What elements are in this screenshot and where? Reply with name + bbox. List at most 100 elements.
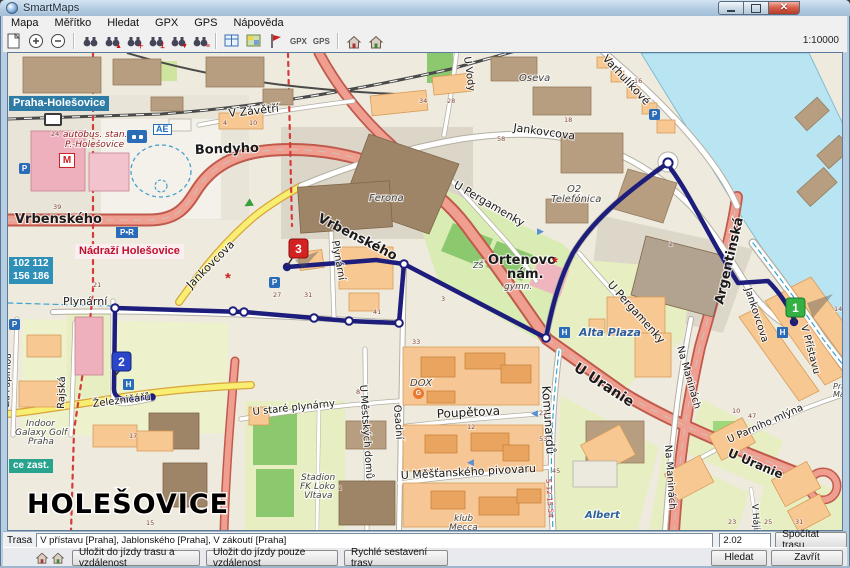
place-label: P.-Holešovice: [65, 139, 125, 150]
toolbar-separator: [215, 33, 217, 49]
house-number: 2: [338, 484, 342, 492]
menu-meritko[interactable]: Měřítko: [47, 16, 100, 30]
quick-route-button[interactable]: Rychlé sestavení trasy: [344, 550, 448, 566]
place-label: DOX: [410, 378, 433, 389]
house-number: 8: [356, 388, 360, 396]
search-icon[interactable]: [80, 32, 100, 50]
map-canvas[interactable]: VrbenskéhoVrbenskéhoBondyhoV ZávětříJank…: [8, 53, 843, 531]
street-label: V Háji: [749, 504, 761, 531]
house-number: 33: [412, 338, 420, 346]
house-number: 12: [467, 423, 475, 431]
house-number: 10: [249, 119, 257, 127]
distance-input[interactable]: 2.02: [719, 533, 771, 548]
action-bar: Uložit do jízdy trasu a vzdálenost Uloži…: [3, 547, 847, 567]
house-number: 47: [748, 412, 756, 420]
house-number: 45: [552, 467, 560, 475]
menu-mapa[interactable]: Mapa: [3, 16, 47, 30]
house-number: 31: [304, 291, 312, 299]
marker-2-label: 2: [118, 355, 125, 369]
zoom-in-icon[interactable]: [26, 32, 46, 50]
house-number: 41: [373, 308, 381, 316]
route-flag-icon[interactable]: [266, 32, 286, 50]
place-label: Alta Plaza: [578, 326, 641, 339]
district-label: HOLEŠOVICE: [27, 488, 229, 520]
maximize-button[interactable]: [743, 1, 769, 15]
smartmaps-window: SmartMaps ✕ Mapa Měřítko Hledat GPX GPS …: [0, 0, 850, 568]
menu-bar: Mapa Měřítko Hledat GPX GPS Nápověda: [3, 16, 847, 31]
search-poi-icon[interactable]: ▼: [168, 32, 188, 50]
search-town-icon[interactable]: ▲: [102, 32, 122, 50]
house-number: 21: [93, 281, 101, 289]
search-button[interactable]: Hledat: [711, 550, 767, 566]
house-number: 24: [51, 130, 59, 138]
map-viewport[interactable]: VrbenskéhoVrbenskéhoBondyhoV ZávětříJank…: [7, 52, 843, 531]
house-number: 34: [419, 97, 427, 105]
home-icon[interactable]: [344, 32, 364, 50]
trasa-label: Trasa: [3, 535, 36, 546]
house-number: 16: [634, 77, 642, 85]
new-map-icon[interactable]: [4, 32, 24, 50]
window-title: SmartMaps: [23, 2, 79, 14]
home-alt-icon[interactable]: [51, 551, 65, 564]
place-label: gymn.: [504, 282, 532, 292]
house-number: 3: [441, 295, 445, 303]
place-label: Albert: [584, 510, 621, 521]
house-number: 31: [795, 518, 803, 526]
house-number: 58: [497, 135, 505, 143]
street-label: Osadní: [391, 404, 405, 441]
map-scale: 1:10000: [803, 35, 839, 46]
route-table-icon[interactable]: [222, 32, 242, 50]
house-number: 23: [728, 518, 736, 526]
house-number: 25: [764, 518, 772, 526]
marker-1-label: 1: [792, 301, 799, 315]
save-route-distance-button[interactable]: Uložit do jízdy trasu a vzdálenost: [72, 550, 200, 566]
minimize-icon: [727, 10, 735, 12]
toolbar-separator: [337, 33, 339, 49]
home-icon[interactable]: [35, 551, 49, 564]
place-label: autobus. stan.: [63, 130, 127, 140]
house-number: 27: [273, 291, 281, 299]
close-icon: ✕: [780, 3, 788, 13]
toolbar: ▲ ＋ １ ▼ ≡ GPX GPS 1:10000: [3, 30, 847, 53]
street-label: Plynární: [63, 295, 108, 308]
route-grid-icon[interactable]: [244, 32, 264, 50]
place-label: Ortenovo: [488, 253, 556, 268]
compute-route-button[interactable]: Spočítat trasu: [775, 532, 847, 548]
street-label: Rajská: [55, 376, 68, 409]
menu-gps[interactable]: GPS: [186, 16, 225, 30]
house-number: 28: [447, 97, 455, 105]
close-dialog-button[interactable]: Zavřít: [771, 550, 843, 566]
place-label: Mecca: [449, 523, 478, 531]
place-label: ZŠ: [472, 259, 484, 270]
place-label: nám.: [507, 267, 544, 282]
minimize-button[interactable]: [718, 1, 744, 15]
house-number: 53: [539, 435, 547, 443]
gpx-button[interactable]: GPX: [287, 37, 310, 46]
home-alt-icon[interactable]: [366, 32, 386, 50]
house-number: 14: [834, 305, 842, 313]
menu-napoveda[interactable]: Nápověda: [225, 16, 291, 30]
app-compass-icon: [6, 2, 18, 14]
menu-gpx[interactable]: GPX: [147, 16, 186, 30]
route-input[interactable]: V přístavu [Praha], Jablonského [Praha],…: [36, 533, 713, 548]
place-label: Oseva: [519, 73, 550, 84]
place-label: Man: [833, 390, 843, 399]
gps-button[interactable]: GPS: [310, 37, 333, 46]
title-bar[interactable]: SmartMaps ✕: [0, 0, 850, 16]
search-coords-icon[interactable]: ≡: [190, 32, 210, 50]
maximize-icon: [751, 4, 761, 13]
house-number: 18: [564, 116, 572, 124]
house-number: 15: [146, 519, 154, 527]
save-distance-button[interactable]: Uložit do jízdy pouze vzdálenost: [206, 550, 338, 566]
house-number: 17: [129, 432, 137, 440]
menu-hledat[interactable]: Hledat: [99, 16, 147, 30]
zoom-out-icon[interactable]: [48, 32, 68, 50]
house-number: 2: [669, 240, 673, 248]
place-label: Praha: [28, 437, 54, 447]
close-button[interactable]: ✕: [768, 1, 800, 15]
search-address-icon[interactable]: １: [146, 32, 166, 50]
toolbar-separator: [73, 33, 75, 49]
route-bar: Trasa V přístavu [Praha], Jablonského [P…: [3, 531, 847, 548]
search-street-icon[interactable]: ＋: [124, 32, 144, 50]
house-number: 10: [732, 407, 740, 415]
